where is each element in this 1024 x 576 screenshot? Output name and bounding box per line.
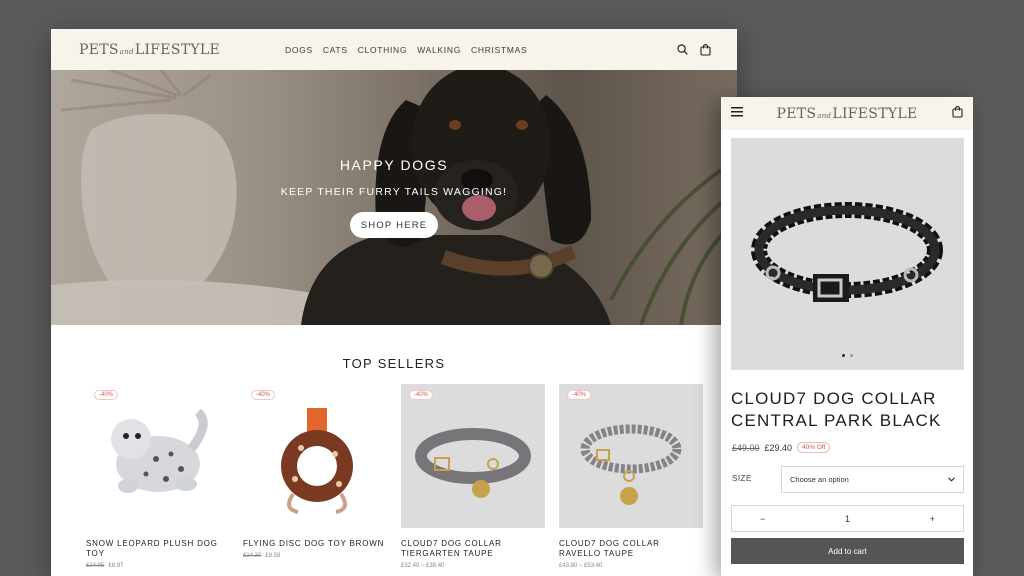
hero-banner: HAPPY DOGS KEEP THEIR FURRY TAILS WAGGIN… [51, 70, 737, 325]
logo-text-lifestyle: LIFESTYLE [832, 105, 918, 122]
quantity-stepper: − 1 + [731, 505, 964, 532]
product-image-collar-tiergarten[interactable]: -40% [401, 384, 545, 528]
quantity-decrease-button[interactable]: − [760, 514, 765, 524]
quantity-increase-button[interactable]: + [930, 514, 935, 524]
product-image-flying-disc[interactable]: -40% [243, 384, 387, 528]
sale-badge: -40% [251, 390, 276, 400]
hero-subtitle: KEEP THEIR FURRY TAILS WAGGING! [280, 186, 508, 198]
logo-text-and: and [119, 47, 134, 56]
gallery-dot-2[interactable] [850, 354, 853, 357]
quantity-value[interactable]: 1 [845, 514, 850, 524]
desktop-window: PETSandLIFESTYLE DOGS CATS CLOTHING WALK… [51, 29, 737, 576]
nav-item-christmas[interactable]: CHRISTMAS [471, 45, 527, 55]
top-sellers-title: TOP SELLERS [342, 356, 446, 371]
product-price: £43.80 – £53.40 [559, 563, 603, 569]
header-actions [677, 29, 711, 70]
product-gallery-image[interactable] [731, 138, 964, 370]
mobile-site-logo[interactable]: PETSandLIFESTYLE [776, 106, 917, 122]
product-image-collar-ravello[interactable]: -40% [559, 384, 703, 528]
logo-text-pets: PETS [776, 105, 817, 122]
product-name[interactable]: CLOUD7 DOG COLLAR RAVELLO TAUPE [559, 539, 703, 559]
sale-price: £29.40 [764, 442, 793, 453]
nav-item-walking[interactable]: WALKING [417, 45, 461, 55]
logo-text-and: and [817, 111, 832, 120]
old-price: £14.30 [243, 553, 262, 559]
product-card[interactable]: -40% CLOUD7 DOG COLLAR TIERGARTEN TAUPE … [401, 384, 545, 569]
hamburger-menu-icon[interactable] [731, 107, 743, 117]
logo-text-pets: PETS [79, 41, 119, 58]
product-name[interactable]: CLOUD7 DOG COLLAR TIERGARTEN TAUPE [401, 539, 545, 559]
sale-price: £8.58 [265, 553, 281, 559]
nav-item-clothing[interactable]: CLOTHING [358, 45, 408, 55]
sale-badge: -40% [567, 390, 592, 400]
size-select-value: Choose an option [790, 475, 849, 484]
mobile-window: PETSandLIFESTYLE CLOUD7 DOG COLLAR CENTR… [721, 97, 973, 576]
gallery-dot-1[interactable] [842, 354, 845, 357]
cart-icon[interactable] [952, 106, 963, 118]
nav-item-dogs[interactable]: DOGS [285, 45, 313, 55]
hero-title: HAPPY DOGS [339, 157, 449, 173]
nav-item-cats[interactable]: CATS [323, 45, 348, 55]
product-price: £32.40 – £38.40 [401, 563, 445, 569]
size-label: SIZE [732, 474, 752, 483]
product-title: CLOUD7 DOG COLLAR CENTRAL PARK BLACK [731, 389, 942, 430]
product-card[interactable]: -40% CLOUD7 DOG COLLAR RAVELLO TAUPE £43… [559, 384, 703, 569]
site-header: PETSandLIFESTYLE DOGS CATS CLOTHING WALK… [51, 29, 737, 70]
product-name[interactable]: SNOW LEOPARD PLUSH DOG TOY [86, 539, 230, 559]
size-select[interactable]: Choose an option [781, 466, 964, 493]
site-logo[interactable]: PETSandLIFESTYLE [79, 42, 220, 58]
product-name[interactable]: FLYING DISC DOG TOY BROWN [243, 539, 387, 549]
mobile-header: PETSandLIFESTYLE [721, 97, 973, 130]
product-price: £14.30 £8.58 [243, 553, 387, 559]
chevron-down-icon [948, 477, 955, 482]
discount-badge: 40% Off [797, 442, 831, 453]
sale-badge: -40% [409, 390, 434, 400]
sale-price: £8.97 [108, 563, 124, 569]
product-price-row: £49.00 £29.40 40% Off [732, 442, 831, 453]
search-icon[interactable] [677, 44, 688, 55]
product-price: £14.95 £8.97 [86, 563, 230, 569]
shop-here-button[interactable]: SHOP HERE [350, 212, 438, 238]
old-price: £14.95 [86, 563, 105, 569]
main-nav: DOGS CATS CLOTHING WALKING CHRISTMAS [285, 29, 527, 70]
add-to-cart-button[interactable]: Add to cart [731, 538, 964, 564]
product-card[interactable]: -40% FLYING DISC DOG TOY BROWN £14.30 £8.… [243, 384, 387, 559]
product-card[interactable]: -40% SNOW LEOPARD PLUSH DOG TOY £14.95 £8… [86, 384, 230, 569]
gallery-pagination [731, 354, 964, 357]
logo-text-lifestyle: LIFESTYLE [134, 41, 221, 58]
sale-badge: -40% [94, 390, 119, 400]
cart-icon[interactable] [700, 43, 711, 56]
old-price: £49.00 [732, 442, 760, 453]
product-image-snow-leopard-toy[interactable]: -40% [86, 384, 230, 528]
